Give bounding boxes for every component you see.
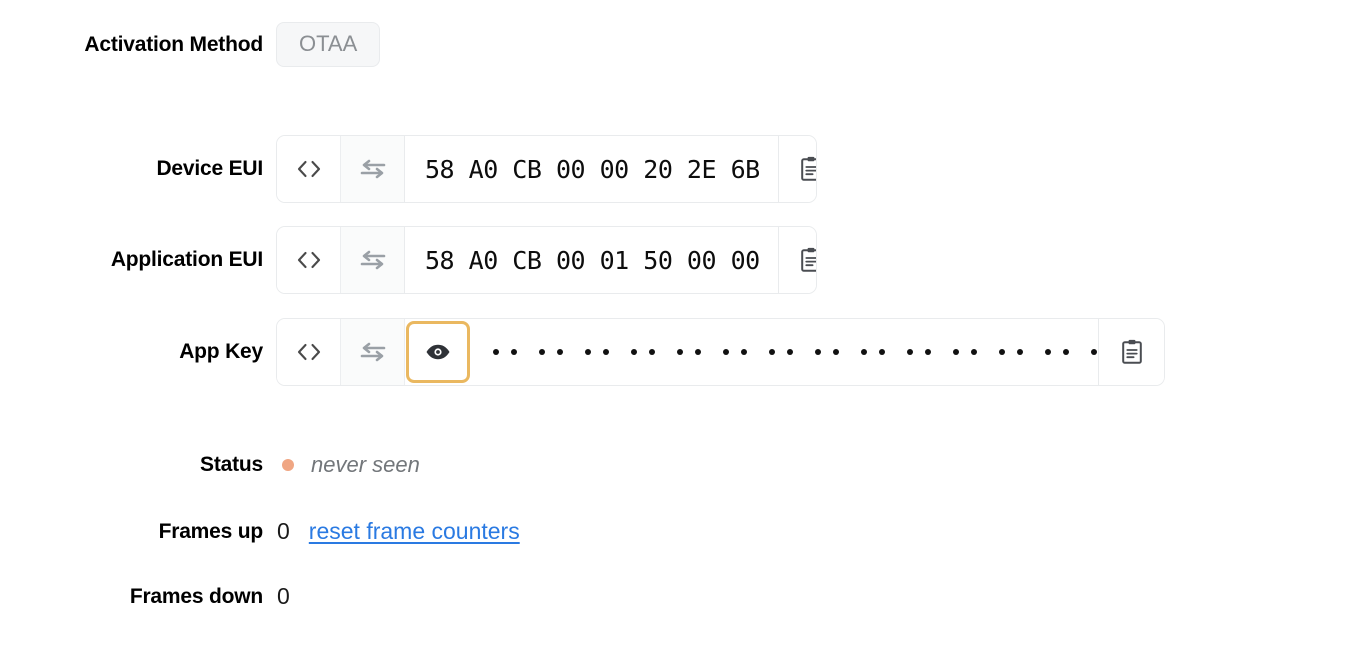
- masked-dot: [833, 349, 839, 355]
- masked-dot-pair: [723, 349, 759, 355]
- masked-dot-pair: [953, 349, 989, 355]
- application-eui-label: Application EUI: [110, 248, 263, 271]
- eye-icon[interactable]: [406, 321, 470, 383]
- app-key-label: App Key: [179, 340, 263, 363]
- masked-dot: [1091, 349, 1097, 355]
- masked-dot-pair: [999, 349, 1035, 355]
- masked-dot: [585, 349, 591, 355]
- application-eui-row: Application EUI 58 A0 CB 00 01 50 00 00: [0, 226, 817, 294]
- clipboard-icon[interactable]: [778, 136, 816, 202]
- code-brackets-icon[interactable]: [277, 319, 341, 385]
- masked-dot-pair: [1045, 349, 1081, 355]
- masked-dot-pair: [585, 349, 621, 355]
- activation-method-value[interactable]: OTAA: [276, 22, 381, 67]
- clipboard-icon[interactable]: [778, 227, 816, 293]
- frames-up-value: 0: [277, 518, 290, 544]
- masked-dot-pair: [677, 349, 713, 355]
- activation-method-label: Activation Method: [84, 32, 263, 56]
- app-key-input-group: [276, 318, 1165, 386]
- application-eui-input-group: 58 A0 CB 00 01 50 00 00: [276, 226, 817, 294]
- application-eui-value[interactable]: 58 A0 CB 00 01 50 00 00: [405, 227, 779, 293]
- frames-up-row: Frames up 0 reset frame counters: [0, 518, 520, 545]
- masked-dot-pair: [769, 349, 805, 355]
- masked-dot-pair: [861, 349, 897, 355]
- app-key-masked-value[interactable]: [471, 319, 1099, 385]
- status-label: Status: [200, 453, 263, 476]
- masked-dot: [539, 349, 545, 355]
- device-settings-panel: Activation Method OTAA Device EUI 58 A0 …: [0, 0, 1348, 672]
- masked-dot: [999, 349, 1005, 355]
- masked-dot: [907, 349, 913, 355]
- masked-dot: [861, 349, 867, 355]
- masked-dot: [1063, 349, 1069, 355]
- masked-dot: [723, 349, 729, 355]
- masked-dot: [971, 349, 977, 355]
- masked-dot: [695, 349, 701, 355]
- swap-arrows-icon[interactable]: [341, 319, 405, 385]
- masked-dot-pair: [907, 349, 943, 355]
- device-eui-row: Device EUI 58 A0 CB 00 00 20 2E 6B: [0, 135, 817, 203]
- frames-up-label: Frames up: [158, 519, 264, 543]
- swap-arrows-icon[interactable]: [341, 136, 405, 202]
- status-value: never seen: [311, 452, 420, 477]
- masked-dot: [557, 349, 563, 355]
- masked-dot: [677, 349, 683, 355]
- masked-dot: [631, 349, 637, 355]
- masked-dot-pair: [539, 349, 575, 355]
- masked-dot: [925, 349, 931, 355]
- device-eui-label: Device EUI: [156, 157, 263, 180]
- frames-down-value: 0: [277, 583, 290, 609]
- status-row: Status never seen: [0, 452, 420, 478]
- code-brackets-icon[interactable]: [277, 136, 341, 202]
- device-eui-input-group: 58 A0 CB 00 00 20 2E 6B: [276, 135, 817, 203]
- masked-dot-pair: [815, 349, 851, 355]
- app-key-row: App Key: [0, 318, 1165, 386]
- masked-dot: [1017, 349, 1023, 355]
- device-eui-value[interactable]: 58 A0 CB 00 00 20 2E 6B: [405, 136, 779, 202]
- masked-dot: [879, 349, 885, 355]
- masked-dot: [741, 349, 747, 355]
- masked-dot: [815, 349, 821, 355]
- status-indicator-dot: [282, 459, 294, 471]
- frames-down-label: Frames down: [129, 584, 263, 608]
- reset-frame-counters-link[interactable]: reset frame counters: [309, 518, 520, 545]
- masked-dot-pair: [493, 349, 529, 355]
- masked-dot: [603, 349, 609, 355]
- code-brackets-icon[interactable]: [277, 227, 341, 293]
- masked-dot: [787, 349, 793, 355]
- masked-dot-pair: [631, 349, 667, 355]
- masked-dot: [1045, 349, 1051, 355]
- masked-dot-pair: [1091, 349, 1098, 355]
- swap-arrows-icon[interactable]: [341, 227, 405, 293]
- frames-down-row: Frames down 0: [0, 583, 290, 610]
- masked-dot: [493, 349, 499, 355]
- masked-dot: [769, 349, 775, 355]
- activation-method-row: Activation Method OTAA: [0, 22, 381, 67]
- masked-dot: [649, 349, 655, 355]
- clipboard-icon[interactable]: [1099, 319, 1164, 385]
- masked-dot: [953, 349, 959, 355]
- masked-dot: [511, 349, 517, 355]
